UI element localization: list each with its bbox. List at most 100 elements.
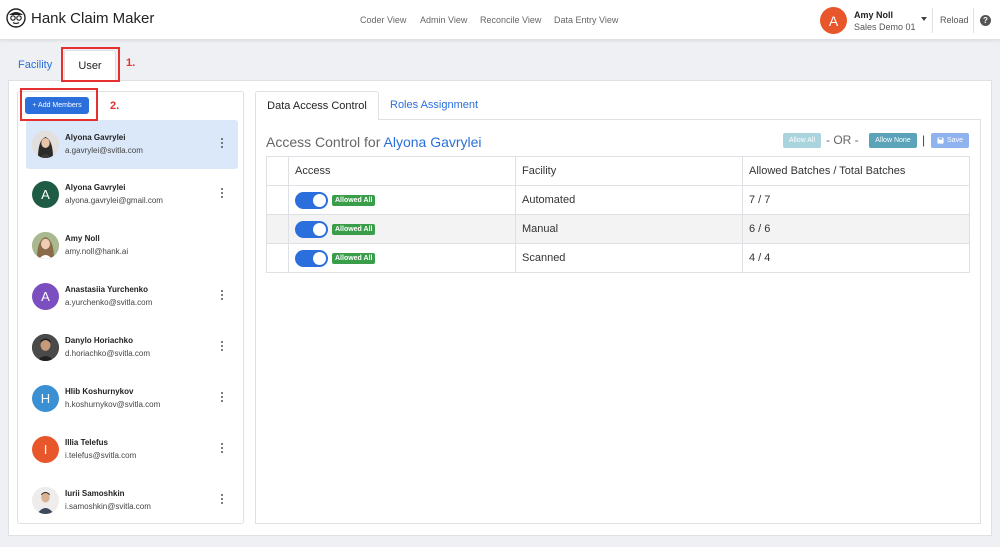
avatar — [32, 131, 59, 158]
table-header-row: Access Facility Allowed Batches / Total … — [266, 156, 970, 186]
table-row: Allowed All Automated 7 / 7 — [266, 185, 970, 215]
avatar — [32, 334, 59, 361]
tab-label: Data Access Control — [267, 100, 367, 112]
top-navbar: Hank Claim Maker Coder View Admin View R… — [0, 0, 1000, 40]
user-photo-icon — [32, 131, 59, 158]
member-list-item[interactable]: Alyona Gavrylei a.gavrylei@svitla.com — [26, 120, 238, 169]
avatar — [32, 232, 59, 259]
user-name[interactable]: Amy Noll — [854, 10, 893, 20]
highlight-box-user-tab — [61, 47, 120, 82]
tab-roles-assignment[interactable]: Roles Assignment — [390, 99, 478, 111]
member-name: Danylo Horiachko — [65, 336, 134, 345]
title-prefix: Access Control for — [266, 134, 381, 150]
kebab-menu-icon[interactable] — [219, 188, 225, 200]
batches-cell: 7 / 7 — [742, 185, 970, 215]
allow-all-button[interactable]: Allow All — [783, 133, 821, 148]
highlight-box-add-members — [20, 88, 98, 121]
member-name: Iurii Samoshkin — [65, 489, 125, 498]
avatar: I — [32, 436, 59, 463]
kebab-menu-icon[interactable] — [219, 494, 225, 506]
member-email: i.telefus@svitla.com — [65, 451, 137, 460]
member-email: i.samoshkin@svitla.com — [65, 502, 151, 511]
kebab-menu-icon[interactable] — [219, 138, 225, 150]
header-batches: Allowed Batches / Total Batches — [742, 156, 970, 186]
member-list-item[interactable]: A Alyona Gavrylei alyona.gavrylei@gmail.… — [26, 170, 238, 219]
nav-reconcile-view[interactable]: Reconcile View — [480, 15, 541, 25]
user-avatar[interactable]: A — [820, 7, 847, 34]
or-separator: - OR - — [826, 133, 859, 147]
member-email: alyona.gavrylei@gmail.com — [65, 196, 163, 205]
floppy-disk-icon — [937, 137, 944, 144]
reload-button[interactable]: Reload — [940, 15, 969, 25]
status-badge: Allowed All — [332, 223, 376, 235]
member-name: Anastasiia Yurchenko — [65, 285, 148, 294]
batches-cell: 4 / 4 — [742, 243, 970, 273]
tab-data-access-control[interactable]: Data Access Control — [255, 91, 379, 120]
annotation-step-2: 2. — [110, 100, 120, 112]
question-circle-icon[interactable]: ? — [980, 15, 991, 26]
divider — [932, 8, 933, 33]
member-list-item[interactable]: A Anastasiia Yurchenko a.yurchenko@svitl… — [26, 272, 238, 321]
pipe-separator: | — [922, 133, 926, 147]
facility-cell: Scanned — [515, 243, 743, 273]
avatar — [32, 487, 59, 514]
member-name: Alyona Gavrylei — [65, 133, 126, 142]
hank-face-logo-icon — [6, 8, 26, 28]
member-list-item[interactable]: Danylo Horiachko d.horiachko@svitla.com — [26, 323, 238, 372]
kebab-menu-icon[interactable] — [219, 341, 225, 353]
member-email: amy.noll@hank.ai — [65, 247, 129, 256]
header-facility: Facility — [515, 156, 743, 186]
avatar: H — [32, 385, 59, 412]
user-org[interactable]: Sales Demo 01 — [854, 22, 916, 32]
allow-none-button[interactable]: Allow None — [869, 133, 917, 148]
nav-data-entry-view[interactable]: Data Entry View — [554, 15, 618, 25]
member-list-item[interactable]: I Illia Telefus i.telefus@svitla.com — [26, 425, 238, 474]
access-toggle[interactable] — [295, 249, 328, 267]
avatar: A — [32, 181, 59, 208]
avatar: A — [32, 283, 59, 310]
table-row: Allowed All Scanned 4 / 4 — [266, 243, 970, 273]
member-email: a.yurchenko@svitla.com — [65, 298, 153, 307]
brand[interactable]: Hank Claim Maker — [6, 8, 154, 28]
member-name: Amy Noll — [65, 234, 100, 243]
members-panel: + Add Members Alyona Gavrylei a.gavrylei… — [17, 91, 244, 524]
table-cell — [266, 185, 289, 215]
divider — [973, 8, 974, 33]
access-cell: Allowed All — [288, 185, 516, 215]
member-email: h.koshurnykov@svitla.com — [65, 400, 161, 409]
kebab-menu-icon[interactable] — [219, 290, 225, 302]
member-list-item[interactable]: Iurii Samoshkin i.samoshkin@svitla.com — [26, 476, 238, 523]
user-photo-icon — [32, 232, 59, 259]
nav-coder-view[interactable]: Coder View — [360, 15, 406, 25]
access-toggle[interactable] — [295, 220, 328, 238]
app-title: Hank Claim Maker — [31, 9, 155, 27]
member-list-item[interactable]: H Hlib Koshurnykov h.koshurnykov@svitla.… — [26, 374, 238, 423]
save-label: Save — [947, 137, 963, 144]
tab-facility[interactable]: Facility — [18, 59, 52, 71]
table-row: Allowed All Manual 6 / 6 — [266, 214, 970, 244]
access-table: Access Facility Allowed Batches / Total … — [266, 156, 970, 273]
kebab-menu-icon[interactable] — [219, 392, 225, 404]
page-title: Access Control for Alyona Gavrylei — [266, 134, 482, 150]
status-badge: Allowed All — [332, 194, 376, 206]
status-badge: Allowed All — [332, 252, 376, 264]
facility-cell: Automated — [515, 185, 743, 215]
chevron-down-icon[interactable] — [921, 17, 927, 21]
access-cell: Allowed All — [288, 214, 516, 244]
access-cell: Allowed All — [288, 243, 516, 273]
member-name: Illia Telefus — [65, 438, 108, 447]
nav-admin-view[interactable]: Admin View — [420, 15, 467, 25]
selected-user-name: Alyona Gavrylei — [383, 134, 482, 150]
annotation-step-1: 1. — [126, 57, 136, 69]
kebab-menu-icon[interactable] — [219, 443, 225, 455]
table-cell — [266, 214, 289, 244]
member-email: d.horiachko@svitla.com — [65, 349, 151, 358]
user-photo-icon — [32, 487, 59, 514]
facility-cell: Manual — [515, 214, 743, 244]
member-email: a.gavrylei@svitla.com — [65, 146, 143, 155]
access-toggle[interactable] — [295, 191, 328, 209]
save-button[interactable]: Save — [931, 133, 969, 148]
member-name: Hlib Koshurnykov — [65, 387, 134, 396]
member-list-item[interactable]: Amy Noll amy.noll@hank.ai — [26, 221, 238, 270]
table-cell — [266, 243, 289, 273]
